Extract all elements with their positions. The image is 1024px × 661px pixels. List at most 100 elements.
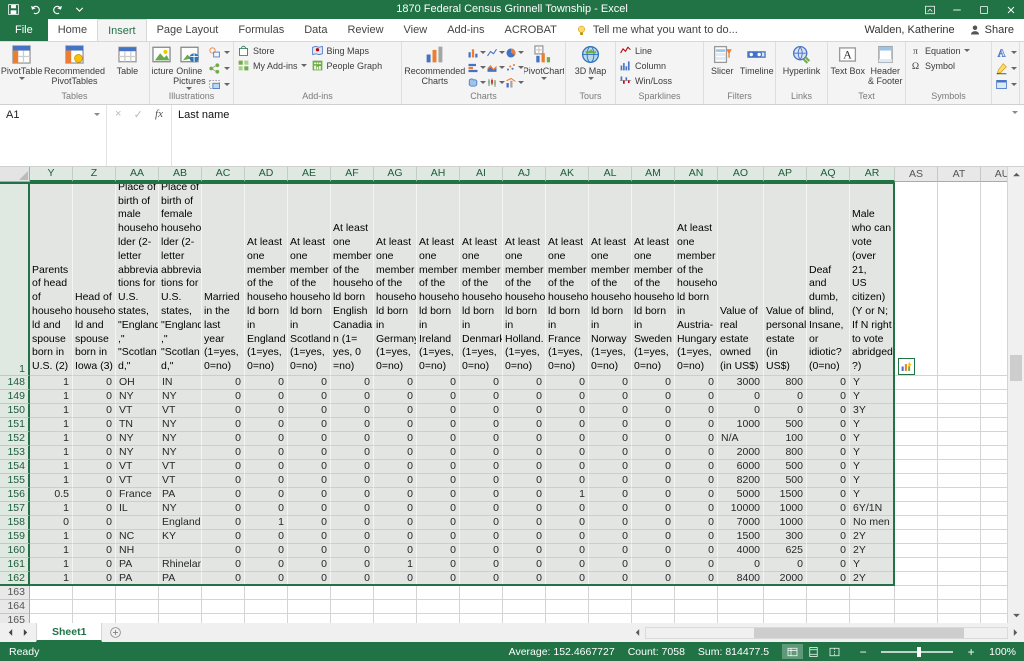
cell-ad154[interactable]: 0 — [245, 460, 288, 474]
cell-ap161[interactable]: 0 — [764, 558, 807, 572]
cell-ai156[interactable]: 0 — [460, 488, 503, 502]
sheet-tab-sheet1[interactable]: Sheet1 — [36, 623, 103, 642]
recommended-pivottables-button[interactable]: Recommended PivotTables — [42, 43, 107, 90]
cell-ae162[interactable]: 0 — [288, 572, 331, 586]
cell-au158[interactable] — [981, 516, 1007, 530]
cell-ad148[interactable]: 0 — [245, 376, 288, 390]
worksheet-grid[interactable]: Y Z AA AB AC AD AE AF AG AH AI AJ AK AL AM AN AO AP AQ AR AS… — [0, 167, 1007, 623]
cell-at150[interactable] — [938, 404, 981, 418]
cell-ak154[interactable]: 0 — [546, 460, 589, 474]
qat-chevron-icon[interactable] — [73, 3, 86, 16]
cell-y148[interactable]: 1 — [30, 376, 73, 390]
cell-y165[interactable] — [30, 614, 73, 623]
cell-an154[interactable]: 0 — [675, 460, 718, 474]
row-header-158[interactable]: 158 — [0, 516, 30, 530]
cell-an152[interactable]: 0 — [675, 432, 718, 446]
cell-ai152[interactable]: 0 — [460, 432, 503, 446]
cell-aj157[interactable]: 0 — [503, 502, 546, 516]
cell-ak156[interactable]: 1 — [546, 488, 589, 502]
cell-ag163[interactable] — [374, 586, 417, 600]
cell-z156[interactable]: 0 — [73, 488, 116, 502]
cell-ai162[interactable]: 0 — [460, 572, 503, 586]
my-add-ins-button[interactable]: My Add-ins — [235, 58, 309, 73]
cell-af161[interactable]: 0 — [331, 558, 374, 572]
cell-ae157[interactable]: 0 — [288, 502, 331, 516]
bar-chart-button[interactable] — [467, 60, 486, 75]
cell-an149[interactable]: 0 — [675, 390, 718, 404]
smartart-button[interactable] — [206, 61, 232, 76]
formula-input[interactable]: Last name — [172, 105, 1006, 166]
cell-aa156[interactable]: France — [116, 488, 159, 502]
row-header-162[interactable]: 162 — [0, 572, 30, 586]
cell-ab155[interactable]: VT — [159, 474, 202, 488]
hyperlink-button[interactable]: Hyperlink — [777, 43, 826, 90]
row-header-1[interactable]: 1 — [0, 182, 30, 376]
column-header-aq[interactable]: AQ — [807, 167, 850, 182]
cell-ar149[interactable]: Y — [850, 390, 895, 404]
cell-ai163[interactable] — [460, 586, 503, 600]
cell-ag159[interactable]: 0 — [374, 530, 417, 544]
cell-ad157[interactable]: 0 — [245, 502, 288, 516]
cell-ac155[interactable]: 0 — [202, 474, 245, 488]
cell-au154[interactable] — [981, 460, 1007, 474]
status-average[interactable]: Average: 152.4667727 — [509, 646, 615, 658]
name-box-dropdown-icon[interactable] — [94, 113, 100, 116]
cell-ah158[interactable]: 0 — [417, 516, 460, 530]
cell-y154[interactable]: 1 — [30, 460, 73, 474]
cell-ae148[interactable]: 0 — [288, 376, 331, 390]
cell-ar1[interactable]: Male who can vote (over 21, US citizen) … — [850, 182, 895, 376]
enter-button[interactable]: ✓ — [134, 108, 143, 166]
cell-af157[interactable]: 0 — [331, 502, 374, 516]
cell-al150[interactable]: 0 — [589, 404, 632, 418]
cell-ai150[interactable]: 0 — [460, 404, 503, 418]
column-header-ag[interactable]: AG — [374, 167, 417, 182]
cell-ao156[interactable]: 5000 — [718, 488, 764, 502]
cell-am148[interactable]: 0 — [632, 376, 675, 390]
cell-aa157[interactable]: IL — [116, 502, 159, 516]
cell-ag161[interactable]: 1 — [374, 558, 417, 572]
cell-aj164[interactable] — [503, 600, 546, 614]
cell-as162[interactable] — [895, 572, 938, 586]
cell-y159[interactable]: 1 — [30, 530, 73, 544]
cell-z157[interactable]: 0 — [73, 502, 116, 516]
cell-ak158[interactable]: 0 — [546, 516, 589, 530]
cell-ak159[interactable]: 0 — [546, 530, 589, 544]
cell-am155[interactable]: 0 — [632, 474, 675, 488]
cell-ad160[interactable]: 0 — [245, 544, 288, 558]
cell-y152[interactable]: 1 — [30, 432, 73, 446]
cell-ak157[interactable]: 0 — [546, 502, 589, 516]
cell-ai1[interactable]: At least one member of the househo ld bo… — [460, 182, 503, 376]
cell-y164[interactable] — [30, 600, 73, 614]
cell-am152[interactable]: 0 — [632, 432, 675, 446]
cell-ai157[interactable]: 0 — [460, 502, 503, 516]
cell-au151[interactable] — [981, 418, 1007, 432]
cell-au1[interactable] — [981, 182, 1007, 376]
cell-at154[interactable] — [938, 460, 981, 474]
cell-ao152[interactable]: N/A — [718, 432, 764, 446]
tab-home[interactable]: Home — [48, 19, 97, 41]
cell-ah160[interactable]: 0 — [417, 544, 460, 558]
line-button[interactable]: Line — [617, 43, 674, 58]
cell-at165[interactable] — [938, 614, 981, 623]
cell-ag162[interactable]: 0 — [374, 572, 417, 586]
cell-ak161[interactable]: 0 — [546, 558, 589, 572]
cell-ag155[interactable]: 0 — [374, 474, 417, 488]
cell-aa1[interactable]: Place of birth of male househo lder (2- … — [116, 182, 159, 376]
recommended-charts-button[interactable]: Recommended Charts — [403, 43, 467, 90]
row-header-149[interactable]: 149 — [0, 390, 30, 404]
cell-al162[interactable]: 0 — [589, 572, 632, 586]
3d-map-button[interactable]: 3D Map — [567, 43, 614, 90]
cell-al151[interactable]: 0 — [589, 418, 632, 432]
cell-aj153[interactable]: 0 — [503, 446, 546, 460]
cell-am151[interactable]: 0 — [632, 418, 675, 432]
cell-as149[interactable] — [895, 390, 938, 404]
cell-ar150[interactable]: 3Y — [850, 404, 895, 418]
undo-icon[interactable] — [29, 3, 42, 16]
scroll-down-button[interactable] — [1008, 608, 1024, 623]
cell-ah154[interactable]: 0 — [417, 460, 460, 474]
cell-ai164[interactable] — [460, 600, 503, 614]
cell-aq163[interactable] — [807, 586, 850, 600]
cell-ak148[interactable]: 0 — [546, 376, 589, 390]
cell-z158[interactable]: 0 — [73, 516, 116, 530]
cell-ag156[interactable]: 0 — [374, 488, 417, 502]
